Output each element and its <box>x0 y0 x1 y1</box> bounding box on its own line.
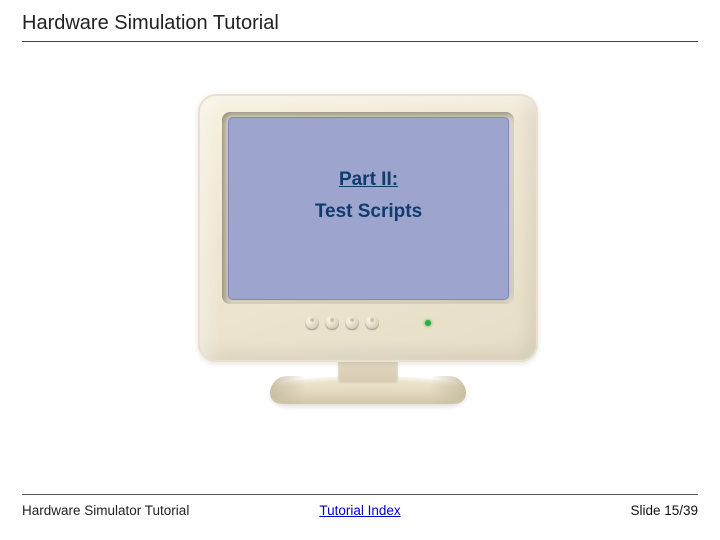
slide-footer: Hardware Simulator Tutorial Tutorial Ind… <box>22 494 698 518</box>
monitor-controls <box>198 316 538 330</box>
screen-part-label: Part II: <box>339 169 398 191</box>
monitor-bezel: Part II: Test Scripts <box>198 94 538 362</box>
dial-icon <box>365 316 379 330</box>
slide-header: Hardware Simulation Tutorial <box>22 12 698 42</box>
footer-center: Tutorial Index <box>319 503 400 518</box>
slide-title: Hardware Simulation Tutorial <box>22 12 698 42</box>
power-led-icon <box>425 320 431 326</box>
dial-icon <box>305 316 319 330</box>
slide-counter: Slide 15/39 <box>630 503 698 518</box>
tutorial-index-link[interactable]: Tutorial Index <box>319 503 400 518</box>
screen-subtitle: Test Scripts <box>315 201 422 223</box>
monitor-screen: Part II: Test Scripts <box>228 117 509 300</box>
footer-left-text: Hardware Simulator Tutorial <box>22 503 189 518</box>
dial-icon <box>325 316 339 330</box>
monitor-illustration: Part II: Test Scripts <box>198 94 538 394</box>
dial-icon <box>345 316 359 330</box>
